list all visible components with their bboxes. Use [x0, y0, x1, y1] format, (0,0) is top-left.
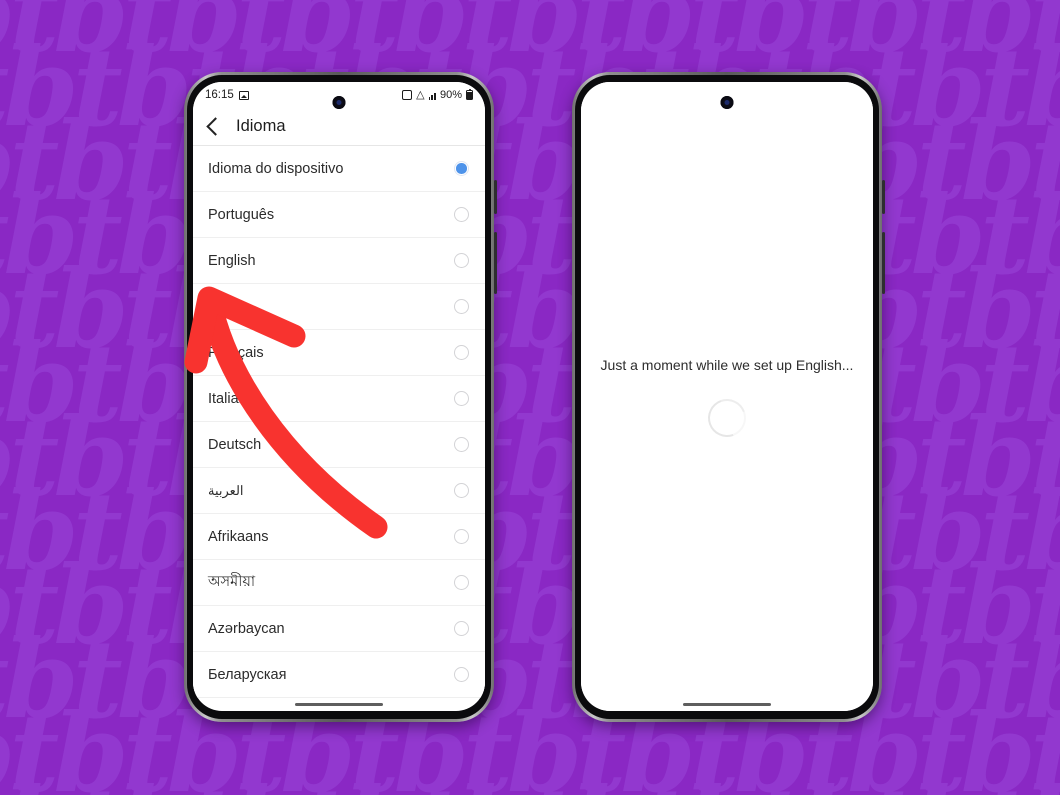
radio-unselected[interactable] — [454, 391, 469, 406]
page-title: Idioma — [236, 117, 286, 135]
radio-selected[interactable] — [454, 161, 469, 176]
language-label: অসমীয়া — [208, 573, 256, 590]
radio-unselected[interactable] — [454, 299, 469, 314]
loading-message: Just a moment while we set up English... — [600, 356, 854, 373]
radio-unselected[interactable] — [454, 345, 469, 360]
power-button[interactable] — [494, 180, 497, 214]
phone-right: 16:15 △ 90% Just a moment while we set u… — [572, 72, 885, 722]
background-watermark: btbtbtbtbtbtbtbtbtbtbtbtbtbtbbtbtbtbtbtb… — [0, 0, 1060, 795]
language-list-item[interactable]: অসমীয়া — [193, 560, 485, 606]
image-icon — [238, 90, 249, 100]
front-camera-icon-right — [720, 96, 734, 109]
signal-icon — [428, 91, 436, 100]
phone-right-bezel: 16:15 △ 90% Just a moment while we set u… — [575, 75, 879, 719]
status-time: 16:15 — [205, 89, 234, 101]
language-list-item[interactable]: Português — [193, 192, 485, 238]
language-label: Français — [208, 344, 264, 361]
watermark-row: btbtbtbtbtbtbtbtbtbtbtbtbtbtb — [0, 0, 1060, 77]
language-label: English — [208, 252, 256, 269]
language-label: Azərbaycan — [208, 620, 285, 637]
watermark-row: btbtbtbtbtbtbtbtbtbtbtbtbtbtb — [0, 173, 1060, 299]
radio-unselected[interactable] — [454, 529, 469, 544]
front-camera-icon — [332, 96, 346, 109]
watermark-row: btbtbtbtbtbtbtbtbtbtbtbtbtbtb — [0, 99, 1060, 225]
radio-unselected[interactable] — [454, 253, 469, 268]
radio-unselected[interactable] — [454, 207, 469, 222]
volume-button[interactable] — [494, 232, 497, 294]
language-list-item[interactable]: Afrikaans — [193, 514, 485, 560]
language-list-item[interactable]: Français — [193, 330, 485, 376]
language-label: Português — [208, 206, 275, 223]
watermark-row: btbtbtbtbtbtbtbtbtbtbtbtbtbtb — [0, 691, 1060, 795]
battery-percent-label: 90% — [439, 89, 462, 101]
language-list-item[interactable]: العربية — [193, 468, 485, 514]
language-list-item[interactable]: Azərbaycan — [193, 606, 485, 652]
language-list: Idioma do dispositivo Português English Esp… — [193, 146, 485, 698]
language-label: Idioma do dispositivo — [208, 160, 344, 177]
phone-right-screen: 16:15 △ 90% Just a moment while we set u… — [581, 82, 873, 711]
volume-button-right[interactable] — [882, 232, 885, 294]
status-bar-left-group: 16:15 — [205, 89, 249, 101]
language-label: Deutsch — [208, 436, 262, 453]
gesture-nav-bar[interactable] — [295, 702, 383, 706]
language-list-item[interactable]: Беларуская — [193, 652, 485, 698]
battery-icon — [466, 88, 473, 100]
watermark-row: btbtbtbtbtbtbtbtbtbtbtbtbtbtb — [0, 25, 1060, 151]
watermark-row: btbtbtbtbtbtbtbtbtbtbtbtbtbtb — [0, 321, 1060, 447]
radio-unselected[interactable] — [454, 667, 469, 682]
back-icon[interactable] — [206, 117, 225, 136]
app-bar: Idioma — [193, 108, 485, 146]
watermark-row: btbtbtbtbtbtbtbtbtbtbtbtbtbtb — [0, 774, 1060, 795]
phone-left-bezel: 16:15 △ 90% Idioma Idioma do dispositivo… — [187, 75, 491, 719]
power-button-right[interactable] — [882, 180, 885, 214]
radio-unselected[interactable] — [454, 621, 469, 636]
language-label: Afrikaans — [208, 528, 269, 545]
language-label: Беларуская — [208, 666, 287, 683]
loading-spinner-icon — [701, 392, 753, 443]
language-list-item[interactable]: English — [193, 238, 485, 284]
language-label: Italiano — [208, 390, 255, 407]
watermark-row: btbtbtbtbtbtbtbtbtbtbtbtbtbtb — [0, 543, 1060, 669]
language-label: العربية — [208, 482, 244, 498]
watermark-row: btbtbtbtbtbtbtbtbtbtbtbtbtbtb — [0, 247, 1060, 373]
language-list-item[interactable]: Español — [193, 284, 485, 330]
language-list-item[interactable]: Italiano — [193, 376, 485, 422]
phone-left: 16:15 △ 90% Idioma Idioma do dispositivo… — [184, 72, 497, 722]
watermark-row: btbtbtbtbtbtbtbtbtbtbtbtbtbtb — [0, 395, 1060, 521]
language-list-item[interactable]: Idioma do dispositivo — [193, 146, 485, 192]
radio-unselected[interactable] — [454, 437, 469, 452]
gesture-nav-bar-right[interactable] — [683, 702, 771, 706]
wifi-icon: △ — [416, 88, 425, 101]
phone-left-screen: 16:15 △ 90% Idioma Idioma do dispositivo… — [193, 82, 485, 711]
language-list-item[interactable]: Deutsch — [193, 422, 485, 468]
watermark-row: btbtbtbtbtbtbtbtbtbtbtbtbtbtb — [0, 617, 1060, 743]
radio-unselected[interactable] — [454, 483, 469, 498]
watermark-row: btbtbtbtbtbtbtbtbtbtbtbtbtbtb — [0, 469, 1060, 595]
radio-unselected[interactable] — [454, 575, 469, 590]
status-bar-right-group: △ 90% — [402, 88, 473, 101]
alarm-icon — [402, 90, 413, 100]
screenshot-canvas: btbtbtbtbtbtbtbtbtbtbtbtbtbtbbtbtbtbtbtb… — [0, 0, 1060, 795]
loading-screen: Just a moment while we set up English... — [581, 82, 873, 711]
